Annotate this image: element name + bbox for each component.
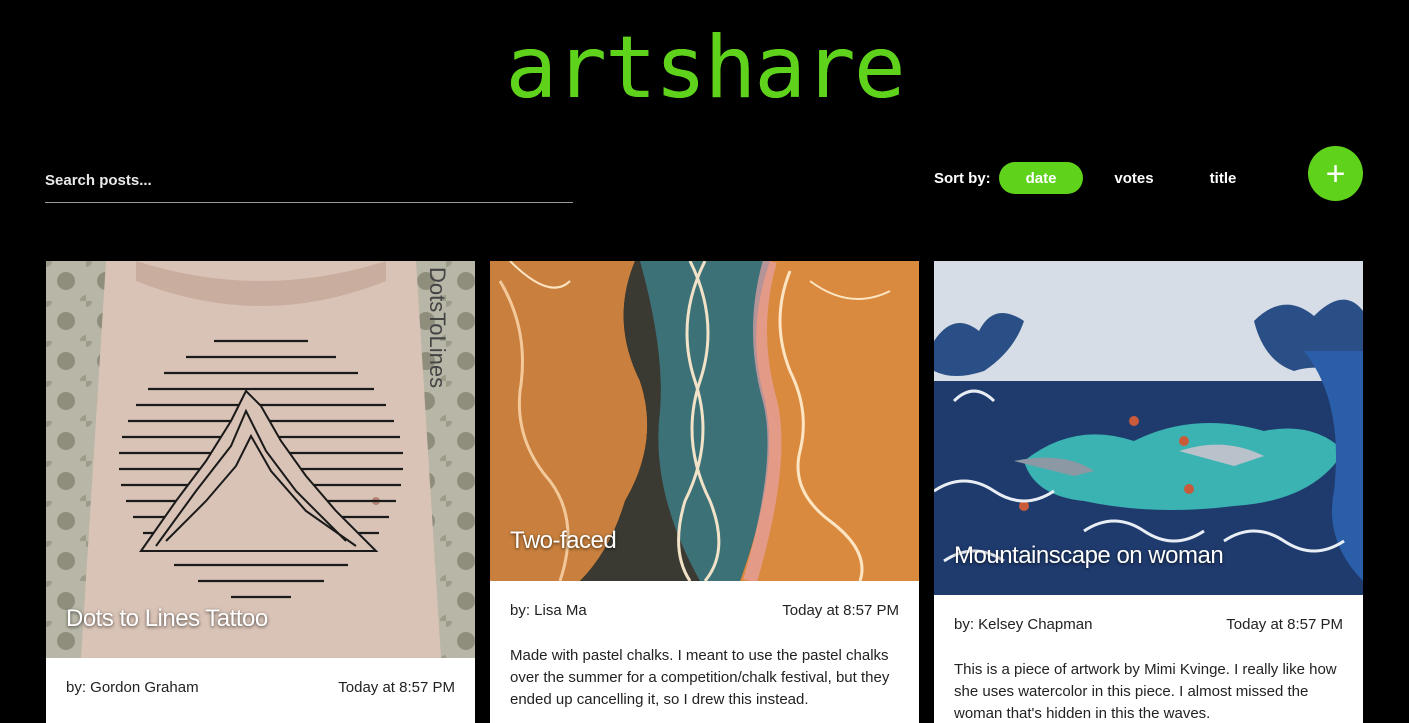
plus-icon: + bbox=[1325, 154, 1346, 193]
post-image[interactable]: Mountainscape on woman bbox=[934, 261, 1363, 595]
sort-title-button[interactable]: title bbox=[1181, 162, 1265, 194]
search-field[interactable] bbox=[45, 160, 573, 203]
post-meta: by: Lisa Ma Today at 8:57 PM bbox=[490, 601, 919, 621]
post-time: Today at 8:57 PM bbox=[782, 602, 899, 619]
sort-votes-button[interactable]: votes bbox=[1092, 162, 1176, 194]
post-time: Today at 8:57 PM bbox=[1226, 616, 1343, 633]
post-author: by: Kelsey Chapman bbox=[954, 616, 1093, 633]
tattoo-photo bbox=[46, 261, 475, 658]
search-input[interactable] bbox=[45, 162, 573, 198]
post-meta: by: Kelsey Chapman Today at 8:57 PM bbox=[934, 615, 1363, 635]
post-description: Made with pastel chalks. I meant to use … bbox=[510, 647, 890, 708]
sort-label: Sort by: bbox=[934, 170, 991, 187]
watermark-text: DotsToLines bbox=[425, 267, 450, 389]
post-title: Two-faced bbox=[510, 527, 617, 554]
post-image[interactable]: DotsToLines Dots to Lines Tattoo bbox=[46, 261, 475, 658]
add-post-button[interactable]: + bbox=[1308, 146, 1363, 201]
post-description: This is a piece of artwork by Mimi Kving… bbox=[954, 661, 1337, 722]
post-time: Today at 8:57 PM bbox=[338, 679, 455, 696]
post-card[interactable]: DotsToLines Dots to Lines Tattoo by: Gor… bbox=[46, 261, 475, 723]
post-title: Dots to Lines Tattoo bbox=[66, 605, 268, 632]
post-meta: by: Gordon Graham Today at 8:57 PM bbox=[46, 678, 475, 698]
post-card[interactable]: Mountainscape on woman by: Kelsey Chapma… bbox=[934, 261, 1363, 723]
post-title: Mountainscape on woman bbox=[954, 542, 1224, 569]
sort-date-button[interactable]: date bbox=[999, 162, 1083, 194]
post-author: by: Gordon Graham bbox=[66, 679, 199, 696]
post-author: by: Lisa Ma bbox=[510, 602, 587, 619]
post-card[interactable]: Two-faced by: Lisa Ma Today at 8:57 PM M… bbox=[490, 261, 919, 723]
app-logo[interactable]: artshare bbox=[0, 18, 1409, 118]
post-image[interactable]: Two-faced bbox=[490, 261, 919, 581]
